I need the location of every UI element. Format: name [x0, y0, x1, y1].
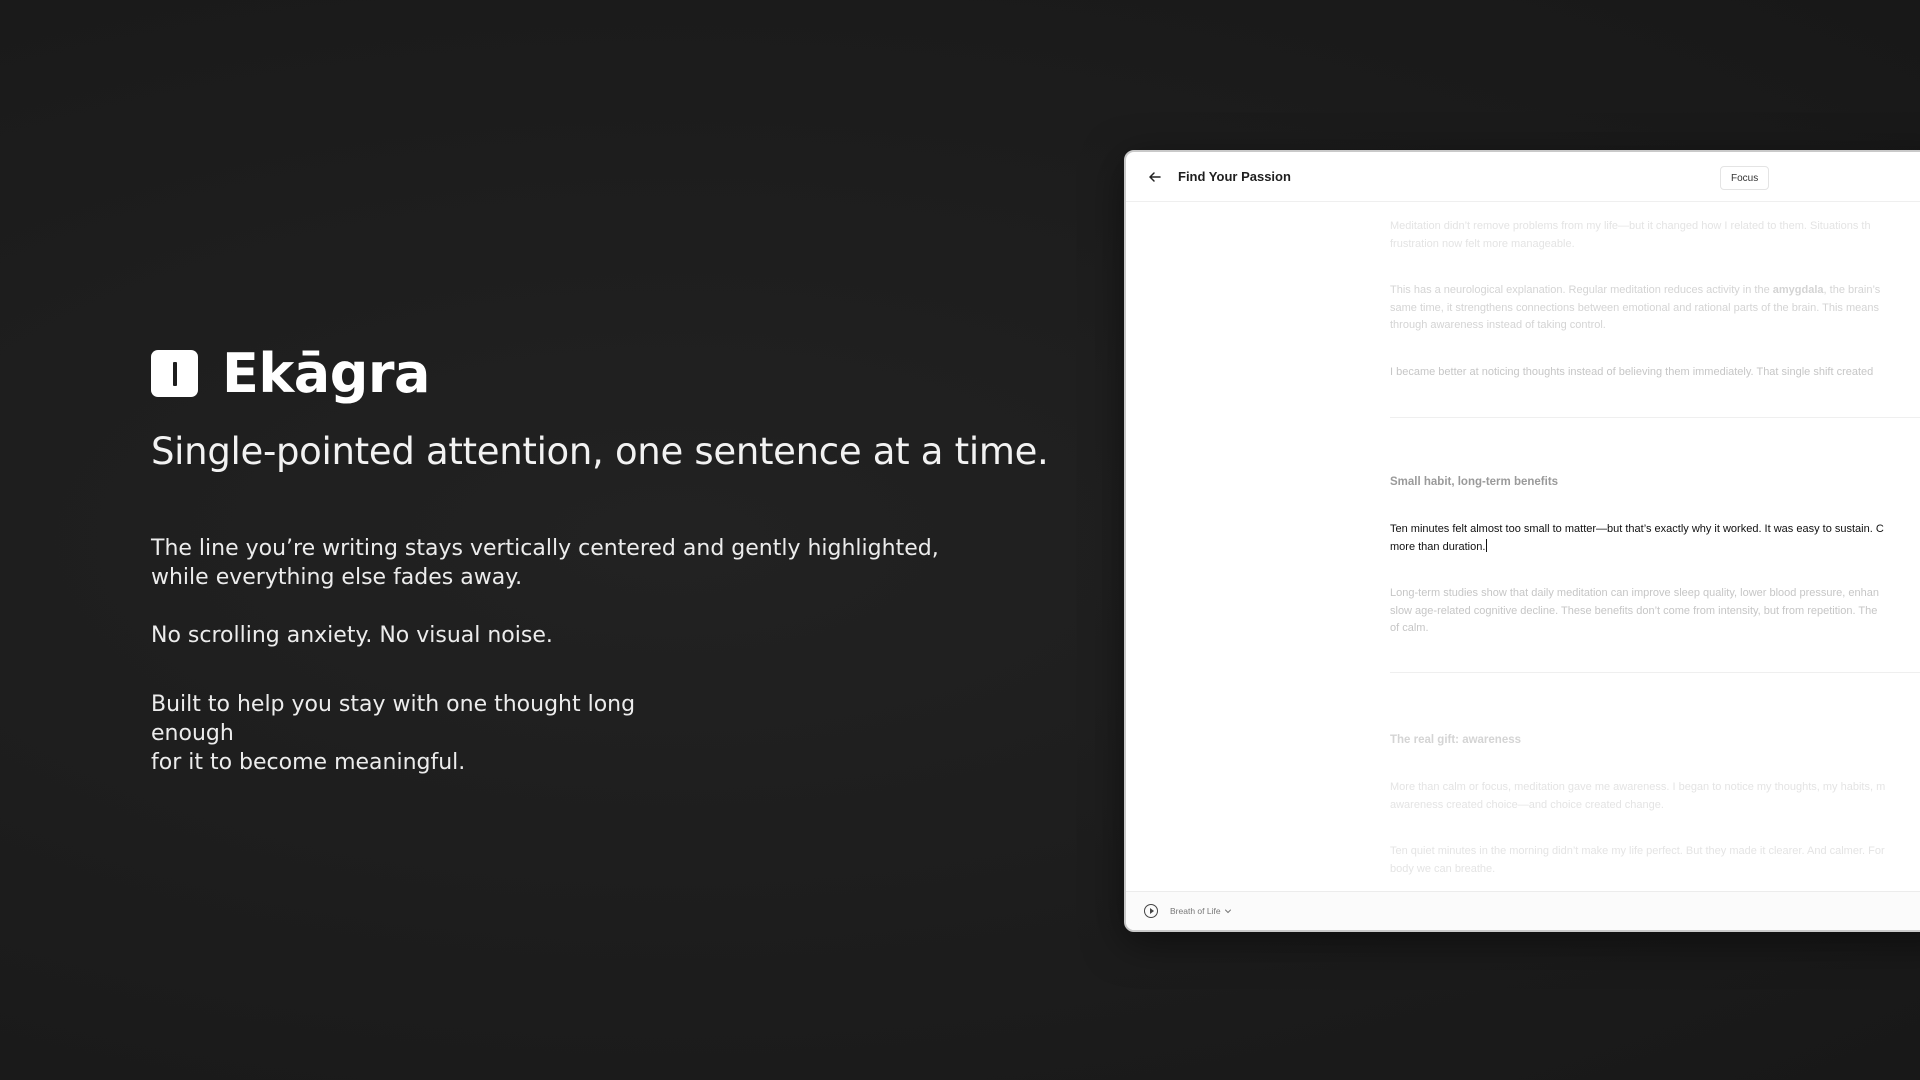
- back-button[interactable]: [1142, 164, 1168, 190]
- app-window: Find Your Passion Focus Meditation didn’…: [1124, 150, 1920, 932]
- document-title: Find Your Passion: [1178, 169, 1291, 184]
- paragraph: This has a neurological explanation. Reg…: [1390, 284, 1881, 331]
- audio-player-bar: Breath of Life: [1126, 891, 1920, 930]
- tagline: Single-pointed attention, one sentence a…: [151, 430, 1049, 473]
- text-caret: [1486, 538, 1488, 552]
- play-icon: [1149, 908, 1154, 914]
- section-heading: The real gift: awareness: [1390, 734, 1522, 746]
- paragraph: More than calm or focus, meditation gave…: [1390, 781, 1886, 811]
- divider: [1390, 672, 1920, 673]
- chevron-down-icon: [1224, 909, 1231, 914]
- divider: [1390, 417, 1920, 418]
- active-paragraph[interactable]: Ten minutes felt almost too small to mat…: [1390, 521, 1920, 556]
- logo-icon: [151, 350, 198, 397]
- brand-name: Ekāgra: [222, 342, 430, 405]
- paragraph-line: for it to become meaningful.: [151, 750, 466, 775]
- track-name: Breath of Life: [1170, 906, 1221, 916]
- brand-lockup: Ekāgra: [151, 342, 430, 405]
- description-paragraph-3: Built to help you stay with one thought …: [151, 690, 711, 777]
- description-paragraph-2: No scrolling anxiety. No visual noise.: [151, 623, 553, 648]
- document-editor[interactable]: Meditation didn’t remove problems from m…: [1390, 202, 1920, 892]
- play-button[interactable]: [1144, 904, 1158, 918]
- paragraph: Meditation didn’t remove problems from m…: [1390, 220, 1871, 250]
- paragraph-line: Built to help you stay with one thought …: [151, 692, 636, 746]
- section-heading: Small habit, long-term benefits: [1390, 476, 1559, 488]
- landing-page: Ekāgra Single-pointed attention, one sen…: [0, 0, 1920, 1080]
- description-paragraph: The line you’re writing stays vertically…: [151, 536, 939, 590]
- paragraph: I became better at noticing thoughts ins…: [1390, 366, 1874, 378]
- paragraph: Long-term studies show that daily medita…: [1390, 587, 1879, 634]
- track-selector[interactable]: Breath of Life: [1170, 906, 1232, 916]
- focus-button[interactable]: Focus: [1720, 166, 1770, 190]
- title-bar: Find Your Passion Focus: [1126, 152, 1920, 202]
- arrow-left-icon: [1149, 171, 1161, 182]
- paragraph: Ten quiet minutes in the morning didn’t …: [1390, 845, 1885, 875]
